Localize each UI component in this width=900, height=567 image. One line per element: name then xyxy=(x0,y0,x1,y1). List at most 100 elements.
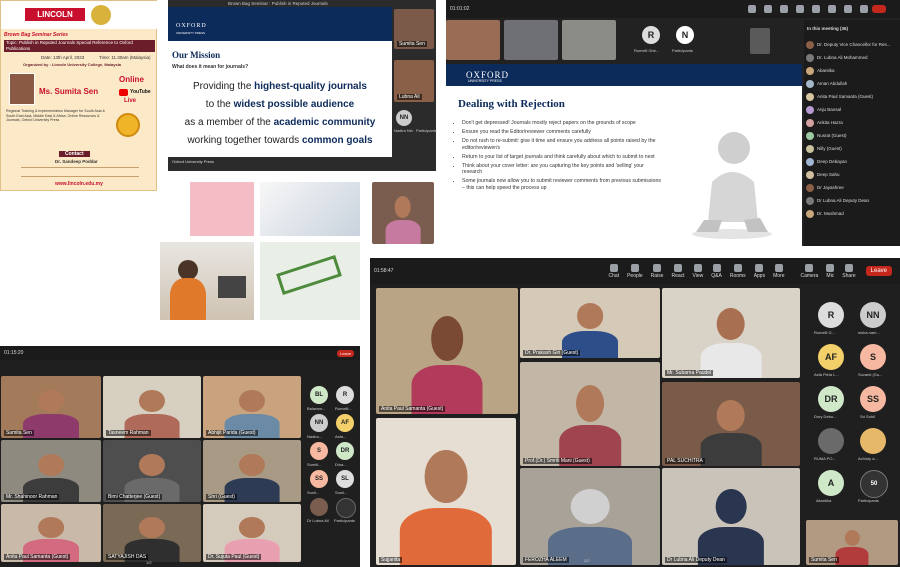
participant-row[interactable]: Anita Paul Samanta (Guest) xyxy=(806,90,898,103)
participant-row[interactable]: Ankita Hazra xyxy=(806,116,898,129)
video-tile[interactable]: Sumita Sen xyxy=(806,520,898,565)
more-icon xyxy=(774,263,783,272)
video-tile[interactable]: FEROZHA ALEEM xyxy=(520,468,660,565)
video-tile[interactable] xyxy=(504,20,558,60)
toolbar-button[interactable] xyxy=(860,4,868,14)
toolbar-button[interactable] xyxy=(748,4,756,14)
people-button[interactable]: People xyxy=(627,263,643,279)
organiser-text: Organized by : Lincoln University Colleg… xyxy=(23,62,122,67)
avatar-sl[interactable]: SL xyxy=(336,470,354,488)
avatar-ruma[interactable] xyxy=(818,428,844,454)
avatar-af[interactable]: AF xyxy=(818,344,844,370)
view-button[interactable]: View xyxy=(693,263,703,279)
avatar-s[interactable]: S xyxy=(860,344,886,370)
avatar-nn[interactable]: NN xyxy=(396,110,412,126)
share-button[interactable]: Share xyxy=(842,263,856,279)
video-tile[interactable]: Dr. Prakash Giri (Guest) xyxy=(520,288,660,358)
more-icon xyxy=(828,4,836,13)
avatar-r[interactable]: R xyxy=(642,26,660,44)
mission-sub: What does it mean for journals? xyxy=(172,64,249,70)
avatar-achinty[interactable] xyxy=(860,428,886,454)
video-tile[interactable]: Dr Lubna Ali Deputy Dean xyxy=(662,468,800,565)
mission-line-1-bold: highest-quality journals xyxy=(254,81,367,92)
avatar-lubna[interactable] xyxy=(310,498,328,516)
toolbar-button[interactable] xyxy=(844,4,852,14)
avatar-label: Akantika xyxy=(816,498,832,503)
video-tile[interactable]: Mr. Subarna Paudel xyxy=(662,288,800,378)
participant-row[interactable]: Dr Jayashree xyxy=(806,181,898,194)
avatar-nn[interactable]: NN xyxy=(860,302,886,328)
avatar-n[interactable]: N xyxy=(676,26,694,44)
video-tile[interactable]: Mr. Shahinoor Rahman xyxy=(1,440,101,502)
participant-row[interactable]: Dr. Lubna Ali Mohammed xyxy=(806,51,898,64)
toolbar-button[interactable] xyxy=(796,4,804,14)
video-tile[interactable] xyxy=(446,20,500,60)
video-tile[interactable] xyxy=(372,182,434,244)
bullet-item: Think about your cover letter: are you c… xyxy=(462,163,662,175)
avatar-r[interactable]: R xyxy=(818,302,844,328)
avatar-ss[interactable]: SS xyxy=(310,470,328,488)
leave-button[interactable] xyxy=(872,5,886,13)
participant-row[interactable]: Abantika xyxy=(806,64,898,77)
avatar-dr[interactable]: DR xyxy=(336,442,354,460)
apps-button[interactable]: Apps xyxy=(754,263,765,279)
avatar-af[interactable]: AF xyxy=(336,414,354,432)
camera-button[interactable]: Camera xyxy=(801,263,818,279)
participant-row[interactable]: Nusrat (Guest) xyxy=(806,129,898,142)
rooms-button[interactable]: Rooms xyxy=(730,263,746,279)
toolbar-button[interactable] xyxy=(812,4,820,14)
toolbar-button[interactable] xyxy=(828,4,836,14)
participant-row[interactable]: Deep Sahu xyxy=(806,168,898,181)
video-tile[interactable]: Anita Paul Samanta (Guest) xyxy=(376,288,518,414)
avatar-s[interactable]: S xyxy=(310,442,328,460)
video-tile[interactable]: SATYAJISH DAS xyxy=(103,504,201,562)
toolbar-button[interactable] xyxy=(764,4,772,14)
leave-button[interactable]: Leave xyxy=(865,266,892,276)
participant-name: Deep Sahu xyxy=(817,172,840,177)
participants-count[interactable]: 50 xyxy=(860,470,888,498)
video-tile[interactable]: Sumita Sen xyxy=(1,376,101,438)
video-tile[interactable]: Prof.(Dr.) Smriti Mani (Guest) xyxy=(520,362,660,466)
avatar-bl[interactable]: BL xyxy=(310,386,328,404)
toolbar-button[interactable] xyxy=(780,4,788,14)
video-tile[interactable]: Sujjanita xyxy=(376,418,516,565)
video-tile[interactable]: Bimi Chatterjee (Guest) xyxy=(103,440,201,502)
video-tile[interactable]: PAL SUCHITRA xyxy=(662,382,800,466)
participant-row[interactable]: Nilly (Guest) xyxy=(806,142,898,155)
avatar-r[interactable]: R xyxy=(336,386,354,404)
react-button[interactable]: React xyxy=(671,263,685,279)
video-tile[interactable]: Shri (Guest) xyxy=(203,440,301,502)
participants-panel: In this meeting (36) Dr. Deputy Vice Cha… xyxy=(804,20,900,246)
avatar-nn[interactable]: NN xyxy=(310,414,328,432)
participants-count[interactable] xyxy=(336,498,356,518)
leave-button[interactable]: Leave xyxy=(337,349,354,357)
camera-icon xyxy=(844,4,852,13)
participant-row[interactable]: Dr Lubna Ali Deputy Dean xyxy=(806,194,898,207)
tile-name: Prof.(Dr.) Smriti Mani (Guest) xyxy=(523,458,592,464)
avatar-label: Asfa... xyxy=(335,434,347,439)
video-tile[interactable]: Dr. Sujuta Paul (Guest) xyxy=(203,504,301,562)
participant-row[interactable]: Dr. Deputy Vice Chancellor for Res... xyxy=(806,38,898,51)
raise-button[interactable]: Raise xyxy=(651,263,663,279)
video-tile[interactable]: Sumita Sen xyxy=(394,9,434,49)
mission-slide: OXFORD UNIVERSITY PRESS Our Mission What… xyxy=(168,7,392,157)
video-tile[interactable]: Anita Paul Samanta (Guest) xyxy=(1,504,101,562)
qa-button[interactable]: Q&A xyxy=(711,263,722,279)
video-tile[interactable]: Lubna Ali xyxy=(394,60,434,102)
avatar-label: RUMA PO... xyxy=(814,456,836,461)
video-tile[interactable]: Tasneem Rahman xyxy=(103,376,201,438)
panel-title: In this meeting (36) xyxy=(807,26,849,31)
participant-row[interactable]: Anju Bansal xyxy=(806,103,898,116)
video-tile[interactable] xyxy=(562,20,616,60)
participant-row[interactable]: Aman Abdullah xyxy=(806,77,898,90)
more-button[interactable]: More xyxy=(773,263,785,279)
mic-button[interactable]: Mic xyxy=(826,263,835,279)
chat-button[interactable]: Chat xyxy=(609,263,619,279)
video-tile[interactable] xyxy=(750,28,770,54)
avatar-dr[interactable]: DR xyxy=(818,386,844,412)
avatar-a[interactable]: A xyxy=(818,470,844,496)
participant-row[interactable]: Dr. Mushmad xyxy=(806,207,898,220)
participant-row[interactable]: Deep Debayan xyxy=(806,155,898,168)
avatar-ss[interactable]: SS xyxy=(860,386,886,412)
video-tile[interactable]: Abhijit Parida (Guest) xyxy=(203,376,301,438)
